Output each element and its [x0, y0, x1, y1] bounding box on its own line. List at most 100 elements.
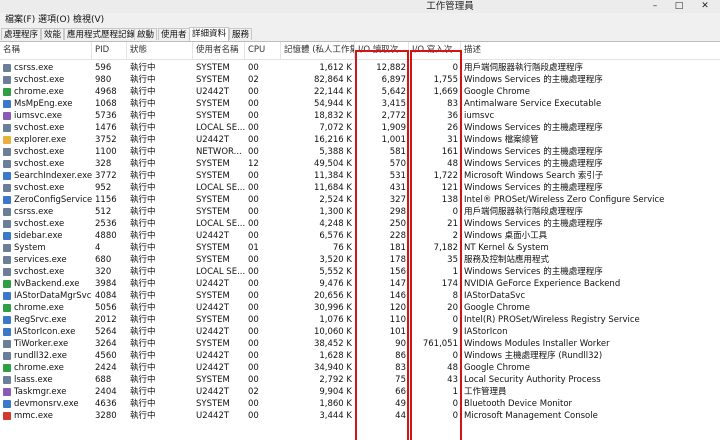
table-row[interactable]: svchost.exe 328 執行中 SYSTEM 12 49,504 K 570 48 Wi…: [0, 158, 720, 170]
table-row[interactable]: chrome.exe 2424 執行中 U2442T 00 34,940 K 83 48 Goo…: [0, 362, 720, 374]
table-row[interactable]: svchost.exe 952 執行中 LOCAL SE... 00 11,684 K 43…: [0, 182, 720, 194]
col-cpu[interactable]: CPU: [245, 42, 281, 59]
tab-details[interactable]: 詳細資料: [189, 27, 230, 41]
row-status: 執行中: [130, 375, 156, 385]
row-io-read: 156: [389, 267, 406, 277]
col-memory[interactable]: 記憶體 (私人工作集): [281, 42, 355, 59]
row-cpu: 02: [248, 387, 259, 397]
row-io-read: 90: [395, 339, 406, 349]
tab-startup[interactable]: 啟動: [134, 28, 158, 40]
row-description: Windows Services 的主機處理程序: [464, 147, 603, 157]
row-memory: 1,612 K: [319, 63, 352, 73]
table-row[interactable]: svchost.exe 2536 執行中 LOCAL SE... 00 4,248 K 25…: [0, 218, 720, 230]
row-pid: 5056: [95, 303, 117, 313]
table-row[interactable]: chrome.exe 4968 執行中 U2442T 00 22,144 K 5,642 1,…: [0, 86, 720, 98]
row-cpu: 12: [248, 159, 259, 169]
row-cpu: 00: [248, 399, 259, 409]
table-row[interactable]: csrss.exe 512 執行中 SYSTEM 00 1,300 K 298 0 用戶端伺服器…: [0, 206, 720, 218]
row-pid: 5736: [95, 111, 117, 121]
table-row[interactable]: RegSrvc.exe 2012 執行中 SYSTEM 00 1,076 K 110 0 Int…: [0, 314, 720, 326]
table-row[interactable]: svchost.exe 980 執行中 SYSTEM 02 82,864 K 6,897 1,…: [0, 74, 720, 86]
table-row[interactable]: Taskmgr.exe 2404 執行中 U2442T 02 9,904 K 66 1 工作管理…: [0, 386, 720, 398]
row-io-read: 570: [389, 159, 406, 169]
col-status[interactable]: 狀態: [127, 42, 193, 59]
table-row[interactable]: MsMpEng.exe 1068 執行中 SYSTEM 00 54,944 K 3,415 8…: [0, 98, 720, 110]
row-io-write: 1: [452, 387, 458, 397]
row-cpu: 00: [248, 207, 259, 217]
table-row[interactable]: SearchIndexer.exe 3772 執行中 SYSTEM 00 11,384 K…: [0, 170, 720, 182]
maximize-button[interactable]: □: [668, 0, 690, 13]
row-io-write: 1: [452, 267, 458, 277]
tab-processes[interactable]: 處理程序: [1, 28, 42, 40]
row-status: 執行中: [130, 279, 156, 289]
row-description: Windows Services 的主機處理程序: [464, 219, 603, 229]
col-io-write[interactable]: I/O 寫入次...: [409, 42, 461, 59]
close-button[interactable]: ✕: [694, 0, 716, 13]
table-row[interactable]: ZeroConfigService.e...1156 執行中 SYSTEM 00 2,5…: [0, 194, 720, 206]
table-row[interactable]: System 4 執行中 SYSTEM 01 76 K 181 7,182 NT Kernel …: [0, 242, 720, 254]
row-status: 執行中: [130, 387, 156, 397]
row-name: MsMpEng.exe: [14, 99, 73, 109]
row-pid: 2404: [95, 387, 117, 397]
row-io-read: 110: [389, 315, 406, 325]
row-io-read: 86: [395, 351, 406, 361]
menu-options[interactable]: 選項(O): [35, 13, 73, 27]
row-description: 用戶端伺服器執行階段處理程序: [464, 63, 584, 73]
table-row[interactable]: sidebar.exe 4880 執行中 U2442T 00 6,576 K 228 2 Win…: [0, 230, 720, 242]
row-name: svchost.exe: [14, 147, 65, 157]
menu-view[interactable]: 檢視(V): [70, 13, 107, 27]
row-name: svchost.exe: [14, 123, 65, 133]
row-cpu: 00: [248, 231, 259, 241]
table-row[interactable]: services.exe 680 執行中 SYSTEM 00 3,520 K 178 35 服務…: [0, 254, 720, 266]
table-row[interactable]: rundll32.exe 4560 執行中 U2442T 00 1,628 K 86 0 Win…: [0, 350, 720, 362]
row-io-write: 0: [452, 411, 458, 421]
row-user: U2442T: [196, 387, 230, 397]
table-row[interactable]: IAStorDataMgrSvc.e...4084 執行中 SYSTEM 00 20,6…: [0, 290, 720, 302]
row-name: devmonsrv.exe: [14, 399, 79, 409]
row-status: 執行中: [130, 195, 156, 205]
tab-users[interactable]: 使用者: [158, 28, 190, 40]
row-description: Windows 桌面小工具: [464, 231, 548, 241]
row-status: 執行中: [130, 303, 156, 313]
table-row[interactable]: devmonsrv.exe 4636 執行中 SYSTEM 00 1,860 K 49 0 Bl…: [0, 398, 720, 410]
table-row[interactable]: svchost.exe 1476 執行中 LOCAL SE... 00 7,072 K 1,…: [0, 122, 720, 134]
row-io-read: 75: [395, 375, 406, 385]
tab-services[interactable]: 服務: [229, 28, 253, 40]
row-description: 服務及控制站應用程式: [464, 255, 550, 265]
table-row[interactable]: chrome.exe 5056 執行中 U2442T 00 30,996 K 120 20 Go…: [0, 302, 720, 314]
menu-file[interactable]: 檔案(F): [2, 13, 38, 27]
table-row[interactable]: svchost.exe 320 執行中 LOCAL SE... 00 5,552 K 156…: [0, 266, 720, 278]
row-name: explorer.exe: [14, 135, 67, 145]
table-row[interactable]: svchost.exe 1100 執行中 NETWOR... 00 5,388 K 581 1…: [0, 146, 720, 158]
col-name[interactable]: 名稱: [0, 42, 92, 59]
table-row[interactable]: lsass.exe 688 執行中 SYSTEM 00 2,792 K 75 43 Local …: [0, 374, 720, 386]
row-user: SYSTEM: [196, 75, 230, 85]
col-io-read[interactable]: I/O 讀取次...: [355, 42, 409, 59]
table-row[interactable]: TiWorker.exe 3264 執行中 SYSTEM 00 38,452 K 90 761…: [0, 338, 720, 350]
row-pid: 4560: [95, 351, 117, 361]
row-io-write: 174: [441, 279, 458, 289]
row-memory: 7,072 K: [319, 123, 352, 133]
minimize-button[interactable]: –: [644, 0, 666, 13]
col-user[interactable]: 使用者名稱: [193, 42, 245, 59]
row-user: U2442T: [196, 411, 230, 421]
row-user: SYSTEM: [196, 111, 230, 121]
table-row[interactable]: mmc.exe 3280 執行中 U2442T 00 3,444 K 44 0 Microsof…: [0, 410, 720, 422]
col-description[interactable]: 描述: [461, 42, 720, 59]
row-description: Microsoft Management Console: [464, 411, 598, 421]
table-row[interactable]: iumsvc.exe 5736 執行中 SYSTEM 00 18,832 K 2,772 36…: [0, 110, 720, 122]
tab-performance[interactable]: 效能: [41, 28, 65, 40]
table-row[interactable]: IAStorIcon.exe 5264 執行中 U2442T 00 10,060 K 101…: [0, 326, 720, 338]
row-io-read: 250: [389, 219, 406, 229]
table-row[interactable]: NvBackend.exe 3984 執行中 U2442T 00 9,476 K 147 17…: [0, 278, 720, 290]
table-row[interactable]: explorer.exe 3752 執行中 U2442T 00 16,216 K 1,001…: [0, 134, 720, 146]
row-memory: 3,520 K: [319, 255, 352, 265]
row-cpu: 00: [248, 303, 259, 313]
row-pid: 320: [95, 267, 112, 277]
row-io-write: 0: [452, 63, 458, 73]
table-row[interactable]: csrss.exe 596 執行中 SYSTEM 00 1,612 K 12,882 0 用戶端…: [0, 62, 720, 74]
tab-app-history[interactable]: 應用程式歷程記錄: [64, 28, 139, 40]
row-cpu: 00: [248, 87, 259, 97]
col-pid[interactable]: PID: [92, 42, 127, 59]
row-io-write: 48: [447, 159, 458, 169]
